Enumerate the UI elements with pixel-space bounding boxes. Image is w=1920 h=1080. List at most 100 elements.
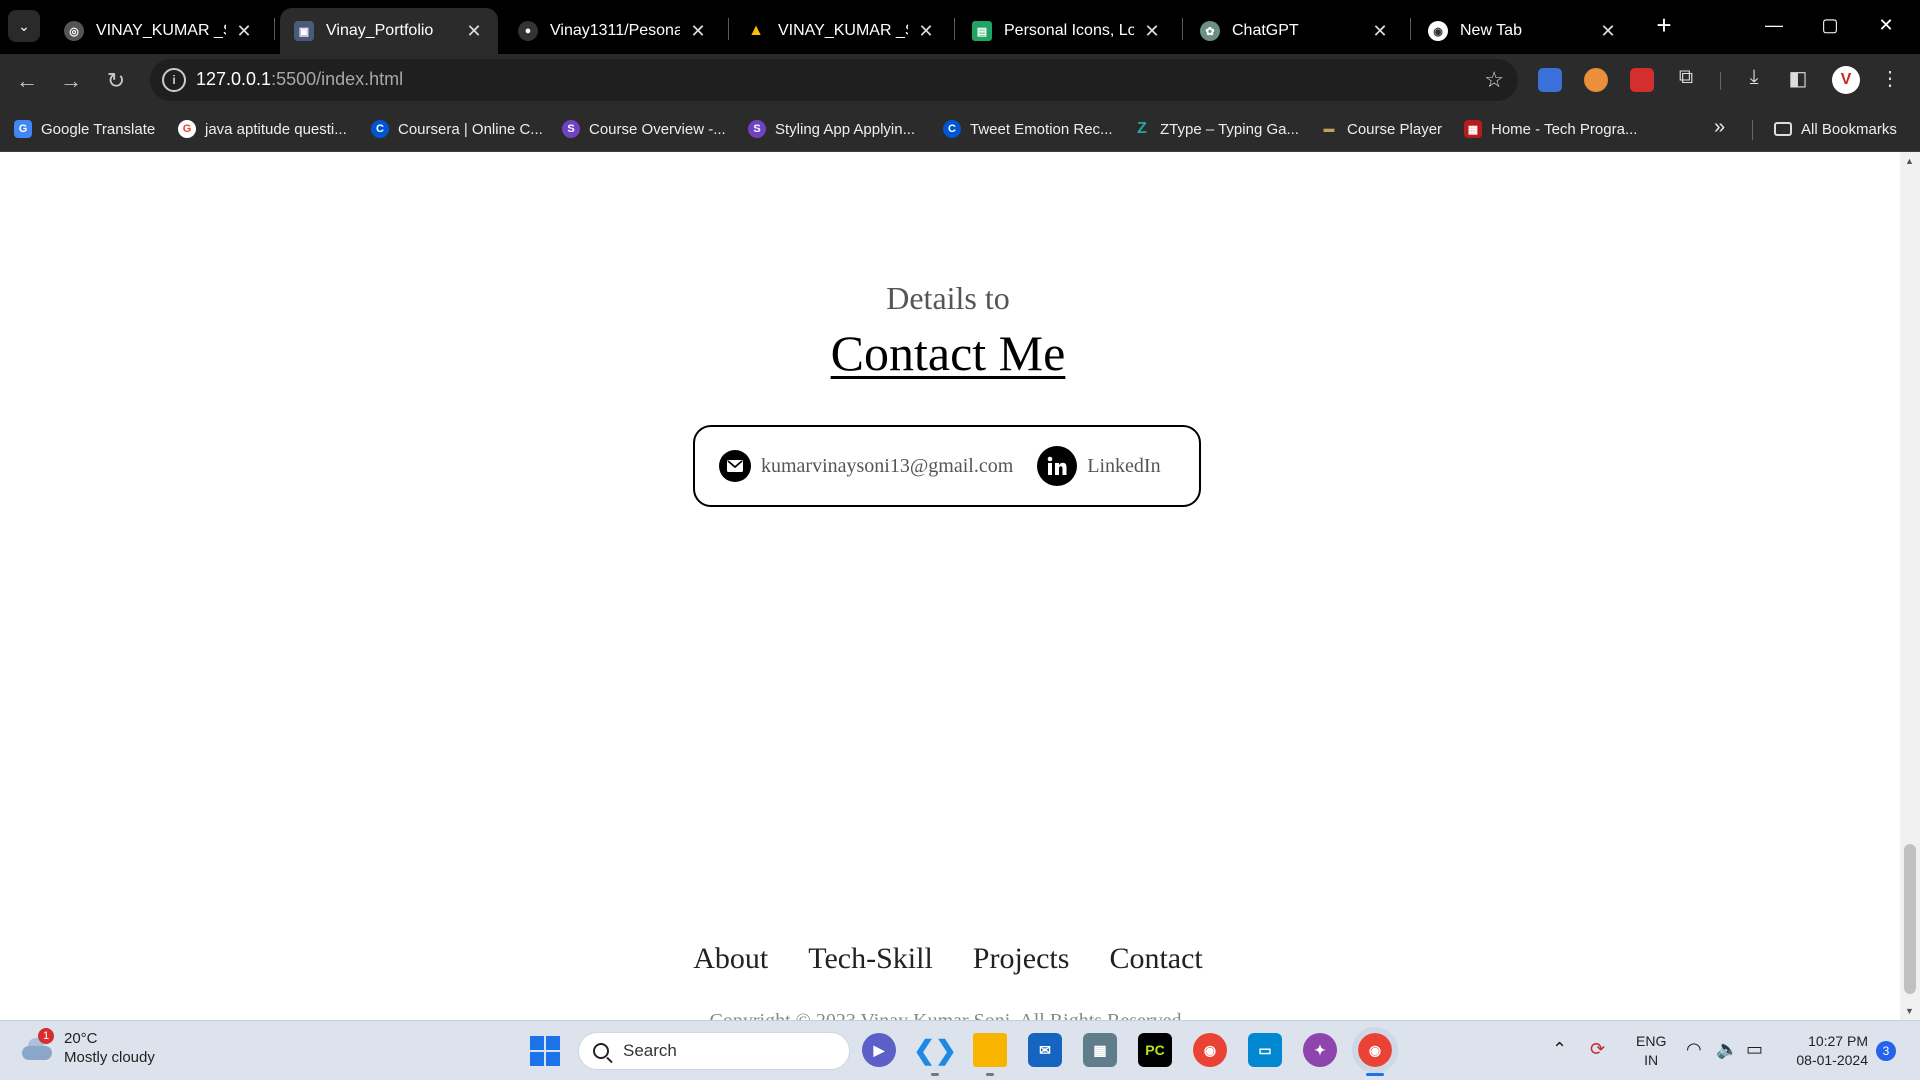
remote-desktop-icon[interactable]: ▭ <box>1248 1033 1282 1067</box>
new-tab-button[interactable]: + <box>1650 12 1678 40</box>
volume-icon[interactable]: 🔈 <box>1716 1039 1738 1060</box>
minimize-icon[interactable]: — <box>1754 10 1794 40</box>
tab-title: New Tab <box>1460 22 1522 39</box>
linkedin-text: LinkedIn <box>1087 454 1161 477</box>
bookmark-star-icon[interactable]: ☆ <box>1484 67 1504 93</box>
wifi-icon[interactable]: ◠ <box>1686 1039 1702 1060</box>
google-icon: G <box>178 120 196 138</box>
bookmark-coursera[interactable]: C Coursera | Online C... <box>371 118 543 140</box>
chrome-taskbar-icon[interactable]: ◉ <box>1193 1033 1227 1067</box>
download-icon[interactable]: ⤓ <box>1740 66 1768 89</box>
close-icon[interactable]: ✕ <box>1370 21 1390 42</box>
cloud-icon: 1 <box>20 1028 54 1062</box>
windows-start-icon[interactable] <box>530 1036 560 1066</box>
notification-badge[interactable]: 3 <box>1876 1041 1896 1061</box>
bookmark-tweet-emotion[interactable]: C Tweet Emotion Rec... <box>943 118 1113 140</box>
tab-strip: ⌄ ◎ VINAY_KUMAR _SONI ✕ ▣ Vinay_Portfoli… <box>0 0 1920 54</box>
maximize-icon[interactable]: ▢ <box>1810 10 1850 40</box>
bookmark-ztype[interactable]: Z ZType – Typing Ga... <box>1133 118 1299 140</box>
bookmark-java-aptitude[interactable]: Gjava aptitude questi... <box>178 118 347 140</box>
language-indicator[interactable]: ENG IN <box>1636 1032 1666 1070</box>
menu-kebab-icon[interactable]: ⋮ <box>1876 66 1904 91</box>
weather-badge: 1 <box>38 1028 54 1044</box>
tab-personal-icons[interactable]: ▤ Personal Icons, Logos ✕ <box>958 8 1176 54</box>
profile-avatar[interactable]: V <box>1832 66 1860 94</box>
email-contact[interactable]: kumarvinaysoni13@gmail.com <box>719 450 1013 482</box>
bookmarks-overflow-icon[interactable]: » <box>1714 116 1725 139</box>
footer-nav: About Tech-Skill Projects Contact <box>0 942 1896 976</box>
weather-widget[interactable]: 1 20°C Mostly cloudy <box>20 1028 155 1067</box>
tab-title: VINAY_KUMAR _SONI <box>778 22 908 39</box>
page-icon: ▣ <box>294 21 314 41</box>
taskbar-search-box[interactable]: Search <box>578 1032 850 1070</box>
linkedin-icon <box>1037 446 1078 486</box>
forward-arrow-icon[interactable]: → <box>56 66 86 96</box>
bookmarks-bar: G Google Translate Gjava aptitude questi.… <box>0 106 1920 152</box>
course-player-icon: ▬ <box>1323 123 1335 135</box>
footer-link-about[interactable]: About <box>693 942 768 976</box>
pycharm-icon[interactable]: PC <box>1138 1033 1172 1067</box>
windows-taskbar: 1 20°C Mostly cloudy Search ▶ ❮❯ ✉ ▦ PC … <box>0 1020 1920 1080</box>
site-info-icon[interactable]: i <box>162 68 186 92</box>
contact-card: kumarvinaysoni13@gmail.com LinkedIn <box>693 425 1201 507</box>
tab-title: VINAY_KUMAR _SONI <box>96 22 226 39</box>
back-arrow-icon[interactable]: ← <box>12 66 42 96</box>
scrollbar-thumb[interactable] <box>1904 844 1916 994</box>
copyright-text: Copyright © 2023 Vinay Kumar Soni. All R… <box>0 1010 1896 1020</box>
tab-new-tab[interactable]: ◉ New Tab ✕ <box>1414 8 1632 54</box>
coursera-icon: C <box>943 120 961 138</box>
bookmark-google-translate[interactable]: G Google Translate <box>14 118 155 140</box>
tab-github-repo[interactable]: ● Vinay1311/Pesonal_Portfolio ✕ <box>504 8 722 54</box>
teams-meet-icon[interactable]: ▶ <box>862 1033 896 1067</box>
battery-icon[interactable]: ▭ <box>1746 1039 1763 1060</box>
reload-icon[interactable]: ↻ <box>101 66 131 96</box>
all-bookmarks-folder[interactable]: All Bookmarks <box>1774 118 1897 140</box>
bookmark-styling-app[interactable]: S Styling App Applyin... <box>748 118 915 140</box>
course-icon: S <box>748 120 766 138</box>
calculator-icon[interactable]: ▦ <box>1083 1033 1117 1067</box>
ztype-icon: Z <box>1137 120 1147 137</box>
window-close-icon[interactable]: ✕ <box>1866 10 1906 40</box>
copilot-icon[interactable]: ✦ <box>1303 1033 1337 1067</box>
weather-temp: 20°C <box>64 1030 98 1047</box>
close-icon[interactable]: ✕ <box>688 21 708 42</box>
vscode-icon[interactable]: ❮❯ <box>913 1033 957 1067</box>
close-icon[interactable]: ✕ <box>1142 21 1162 42</box>
tab-vinay-portfolio[interactable]: ▣ Vinay_Portfolio ✕ <box>280 8 498 54</box>
chrome-active-icon[interactable]: ◉ <box>1352 1027 1398 1073</box>
mail-app-icon[interactable]: ✉ <box>1028 1033 1062 1067</box>
address-bar[interactable]: i 127.0.0.1:5500/index.html ☆ <box>150 59 1518 101</box>
close-icon[interactable]: ✕ <box>1598 21 1618 42</box>
tab-vinay-kumar-soni[interactable]: ◎ VINAY_KUMAR _SONI ✕ <box>50 8 268 54</box>
close-icon[interactable]: ✕ <box>234 21 254 42</box>
url-text[interactable]: 127.0.0.1:5500/index.html <box>196 69 403 90</box>
system-clock[interactable]: 10:27 PM 08-01-2024 <box>1786 1032 1868 1070</box>
close-icon[interactable]: ✕ <box>916 21 936 42</box>
tray-overflow-icon[interactable]: ⌃ <box>1552 1039 1567 1060</box>
tab-title: Personal Icons, Logos <box>1004 22 1134 39</box>
side-panel-icon[interactable]: ◧ <box>1784 66 1812 91</box>
close-icon[interactable]: ✕ <box>464 21 484 42</box>
tech-program-icon: ▦ <box>1464 120 1482 138</box>
taskbar-search-label: Search <box>623 1041 677 1060</box>
tab-drive-file[interactable]: ▲ VINAY_KUMAR _SONI ✕ <box>732 8 950 54</box>
scroll-down-arrow-icon[interactable]: ▼ <box>1905 1006 1914 1016</box>
footer-link-tech-skill[interactable]: Tech-Skill <box>808 942 933 976</box>
bookmark-tech-program[interactable]: ▦ Home - Tech Progra... <box>1464 118 1637 140</box>
extension-orb-icon[interactable] <box>1584 68 1608 92</box>
page-scrollbar[interactable]: ▲ ▼ <box>1900 152 1920 1020</box>
extensions-puzzle-icon[interactable]: ⧉ <box>1672 66 1700 89</box>
tab-chatgpt[interactable]: ✿ ChatGPT ✕ <box>1186 8 1404 54</box>
sync-icon[interactable]: ⟳ <box>1590 1039 1605 1060</box>
linkedin-link[interactable]: LinkedIn <box>1037 446 1161 486</box>
bookmark-course-player[interactable]: ▬ Course Player <box>1320 118 1443 140</box>
extension-screen-icon[interactable] <box>1538 68 1562 92</box>
footer-link-contact[interactable]: Contact <box>1109 942 1202 976</box>
scroll-up-arrow-icon[interactable]: ▲ <box>1905 156 1914 166</box>
footer-link-projects[interactable]: Projects <box>973 942 1070 976</box>
mail-icon <box>719 450 751 482</box>
bookmark-course-overview[interactable]: S Course Overview -... <box>562 118 726 140</box>
file-explorer-icon[interactable] <box>973 1033 1007 1067</box>
tab-search-button[interactable]: ⌄ <box>8 10 40 42</box>
extension-play-icon[interactable] <box>1630 68 1654 92</box>
